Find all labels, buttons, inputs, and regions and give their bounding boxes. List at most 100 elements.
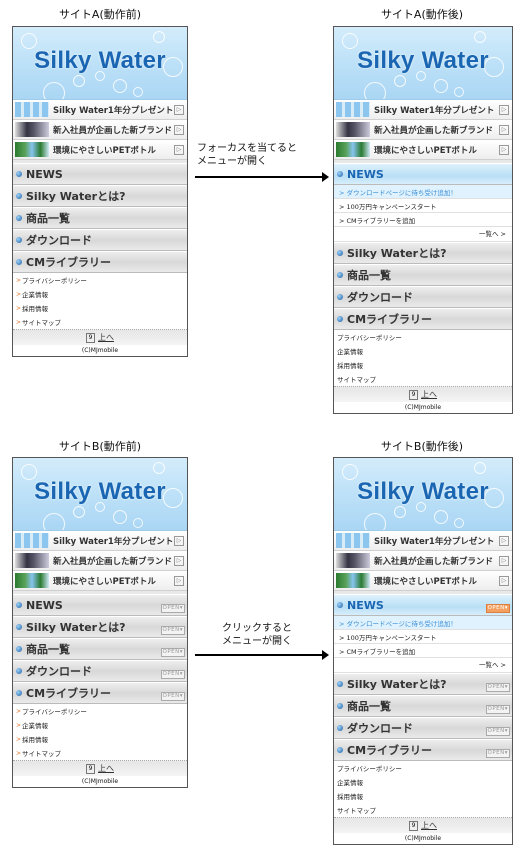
open-toggle-button[interactable]: OPEN▾ bbox=[485, 604, 510, 613]
site-logo[interactable]: Silky Water bbox=[13, 478, 187, 506]
bullet-icon bbox=[16, 602, 22, 608]
menu-item-download[interactable]: ダウンロード OPEN▾ bbox=[334, 717, 512, 739]
promo-banner[interactable]: 環境にやさしいPETボトル ▷ bbox=[334, 140, 512, 160]
open-toggle-button[interactable]: OPEN▾ bbox=[160, 648, 185, 657]
page-top-bar: 9 上へ bbox=[13, 760, 187, 776]
page-top-link[interactable]: 上へ bbox=[98, 763, 114, 774]
footer-link[interactable]: 企業情報 bbox=[334, 775, 512, 789]
menu-item-products[interactable]: 商品一覧 bbox=[334, 264, 512, 286]
menu-item-about[interactable]: Silky Waterとは? OPEN▾ bbox=[334, 673, 512, 695]
key-9-icon: 9 bbox=[409, 820, 418, 831]
open-toggle-button[interactable]: OPEN▾ bbox=[160, 692, 185, 701]
open-toggle-button[interactable]: OPEN▾ bbox=[160, 626, 185, 635]
menu-item-download[interactable]: ダウンロード bbox=[13, 229, 187, 251]
promo-banner[interactable]: 環境にやさしいPETボトル ▷ bbox=[13, 571, 187, 591]
bullet-icon bbox=[16, 215, 22, 221]
chevron-right-icon: > bbox=[16, 749, 22, 757]
menu-item-news[interactable]: NEWS bbox=[13, 163, 187, 185]
menu-label: CMライブラリー bbox=[347, 313, 433, 326]
news-item[interactable]: > ダウンロードページに待ち受け追加！ bbox=[334, 185, 512, 199]
arrow-right-icon: ▷ bbox=[499, 144, 509, 155]
promo-banner[interactable]: 新入社員が企画した新ブランド ▷ bbox=[334, 551, 512, 571]
phone-site-a-before: Silky Water Silky Water1年分プレゼント ▷ 新入社員が企画した… bbox=[12, 26, 188, 357]
footer-link[interactable]: > プライバシーポリシー bbox=[13, 273, 187, 287]
menu-item-products[interactable]: 商品一覧 bbox=[13, 207, 187, 229]
open-toggle-button[interactable]: OPEN▾ bbox=[485, 705, 510, 714]
open-toggle-button[interactable]: OPEN▾ bbox=[485, 749, 510, 758]
site-logo[interactable]: Silky Water bbox=[13, 47, 187, 75]
promo-banner[interactable]: Silky Water1年分プレゼント ▷ bbox=[13, 531, 187, 551]
annotation-b-line2: メニューが開く bbox=[222, 636, 292, 647]
bubble-decoration bbox=[454, 518, 464, 528]
promo-banner[interactable]: 新入社員が企画した新ブランド ▷ bbox=[13, 551, 187, 571]
footer-link[interactable]: > 企業情報 bbox=[13, 718, 187, 732]
footer-link[interactable]: 採用情報 bbox=[334, 358, 512, 372]
news-more-link[interactable]: 一覧へ > bbox=[334, 658, 512, 673]
menu-item-about[interactable]: Silky Waterとは? OPEN▾ bbox=[13, 616, 187, 638]
menu-item-cm-library[interactable]: CMライブラリー bbox=[13, 251, 187, 273]
promo-banner[interactable]: 環境にやさしいPETボトル ▷ bbox=[13, 140, 187, 160]
footer-link[interactable]: > サイトマップ bbox=[13, 746, 187, 760]
site-logo[interactable]: Silky Water bbox=[334, 47, 512, 75]
footer-link[interactable]: プライバシーポリシー bbox=[334, 330, 512, 344]
chevron-right-icon: > bbox=[16, 304, 22, 312]
promo-label: 新入社員が企画した新ブランド bbox=[374, 125, 494, 136]
menu-item-products[interactable]: 商品一覧 OPEN▾ bbox=[13, 638, 187, 660]
menu-item-download[interactable]: ダウンロード bbox=[334, 286, 512, 308]
page-top-link[interactable]: 上へ bbox=[421, 389, 437, 400]
menu-item-news[interactable]: NEWS bbox=[334, 163, 512, 185]
menu-item-cm-library[interactable]: CMライブラリー bbox=[334, 308, 512, 330]
footer-link[interactable]: > 採用情報 bbox=[13, 732, 187, 746]
bubble-decoration bbox=[474, 462, 486, 474]
menu-item-download[interactable]: ダウンロード OPEN▾ bbox=[13, 660, 187, 682]
menu-item-cm-library[interactable]: CMライブラリー OPEN▾ bbox=[334, 739, 512, 761]
menu-item-about[interactable]: Silky Waterとは? bbox=[13, 185, 187, 207]
annotation-a-line1: フォーカスを当てると bbox=[197, 143, 297, 154]
promo-banner[interactable]: 新入社員が企画した新ブランド ▷ bbox=[334, 120, 512, 140]
arrow-right-icon: ▷ bbox=[499, 555, 509, 566]
caption-site-b-before: サイトB(動作前) bbox=[58, 440, 142, 453]
promo-banner[interactable]: Silky Water1年分プレゼント ▷ bbox=[334, 531, 512, 551]
footer-link[interactable]: プライバシーポリシー bbox=[334, 761, 512, 775]
promo-banner[interactable]: 新入社員が企画した新ブランド ▷ bbox=[13, 120, 187, 140]
open-toggle-button[interactable]: OPEN▾ bbox=[160, 604, 185, 613]
chevron-right-icon: > bbox=[16, 735, 22, 743]
bubble-decoration bbox=[133, 87, 143, 97]
footer-link[interactable]: > 採用情報 bbox=[13, 301, 187, 315]
open-toggle-button[interactable]: OPEN▾ bbox=[160, 670, 185, 679]
promo-thumbnail bbox=[15, 533, 49, 548]
site-logo[interactable]: Silky Water bbox=[334, 478, 512, 506]
footer-link[interactable]: > 企業情報 bbox=[13, 287, 187, 301]
promo-label: 環境にやさしいPETボトル bbox=[53, 145, 156, 156]
footer-link[interactable]: > サイトマップ bbox=[13, 315, 187, 329]
footer-link[interactable]: 採用情報 bbox=[334, 789, 512, 803]
bullet-icon bbox=[337, 703, 343, 709]
promo-banner[interactable]: 環境にやさしいPETボトル ▷ bbox=[334, 571, 512, 591]
menu-item-cm-library[interactable]: CMライブラリー OPEN▾ bbox=[13, 682, 187, 704]
menu-item-about[interactable]: Silky Waterとは? bbox=[334, 242, 512, 264]
footer-link[interactable]: サイトマップ bbox=[334, 372, 512, 386]
menu-item-news[interactable]: NEWS OPEN▾ bbox=[334, 594, 512, 616]
promo-banner[interactable]: Silky Water1年分プレゼント ▷ bbox=[13, 100, 187, 120]
arrow-b bbox=[195, 650, 329, 660]
page-top-link[interactable]: 上へ bbox=[421, 820, 437, 831]
footer-link[interactable]: 企業情報 bbox=[334, 344, 512, 358]
promo-thumbnail bbox=[15, 142, 49, 157]
menu-label: 商品一覧 bbox=[26, 212, 70, 225]
open-toggle-button[interactable]: OPEN▾ bbox=[485, 727, 510, 736]
promo-banner[interactable]: Silky Water1年分プレゼント ▷ bbox=[334, 100, 512, 120]
promo-label: Silky Water1年分プレゼント bbox=[53, 105, 174, 116]
news-item[interactable]: > ダウンロードページに待ち受け追加！ bbox=[334, 616, 512, 630]
footer-link[interactable]: サイトマップ bbox=[334, 803, 512, 817]
bullet-icon bbox=[16, 259, 22, 265]
open-toggle-button[interactable]: OPEN▾ bbox=[485, 683, 510, 692]
news-item[interactable]: > 100万円キャンペーンスタート bbox=[334, 630, 512, 644]
news-item[interactable]: > CMライブラリーを追加 bbox=[334, 644, 512, 658]
menu-item-products[interactable]: 商品一覧 OPEN▾ bbox=[334, 695, 512, 717]
news-item[interactable]: > 100万円キャンペーンスタート bbox=[334, 199, 512, 213]
footer-link[interactable]: > プライバシーポリシー bbox=[13, 704, 187, 718]
page-top-link[interactable]: 上へ bbox=[98, 332, 114, 343]
menu-item-news[interactable]: NEWS OPEN▾ bbox=[13, 594, 187, 616]
news-more-link[interactable]: 一覧へ > bbox=[334, 227, 512, 242]
news-item[interactable]: > CMライブラリーを追加 bbox=[334, 213, 512, 227]
